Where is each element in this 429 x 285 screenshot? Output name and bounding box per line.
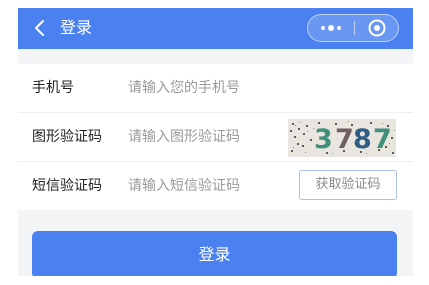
back-button[interactable] [30, 16, 50, 40]
navigation-bar: 登录 [18, 8, 413, 49]
sms-code-label: 短信验证码 [32, 178, 102, 194]
more-dots-icon [321, 25, 341, 31]
image-captcha-input[interactable] [128, 124, 288, 150]
captcha-digit: 7 [335, 124, 354, 155]
captcha-digit: 3 [314, 124, 333, 155]
captcha-image[interactable]: 3 7 8 7 [288, 119, 396, 157]
mini-program-capsule [307, 14, 399, 42]
sms-code-row: 短信验证码 获取验证码 [18, 161, 413, 210]
login-button[interactable]: 登录 [32, 231, 397, 276]
captcha-digit: 7 [373, 124, 392, 155]
close-button[interactable] [355, 15, 399, 41]
phone-row: 手机号 [18, 64, 413, 112]
captcha-digit: 8 [353, 124, 372, 155]
login-screen: 登录 手机号 请输入您的手机号 图形验证码 请输入图形验证码 3 7 8 7 短… [18, 8, 413, 276]
phone-input[interactable] [128, 75, 288, 101]
get-sms-code-button[interactable]: 获取验证码 [299, 170, 397, 200]
page-title: 登录 [60, 18, 93, 37]
chevron-left-icon [35, 20, 44, 36]
login-form: 手机号 图形验证码 [18, 64, 413, 210]
image-captcha-label: 图形验证码 [32, 129, 102, 145]
target-circle-icon [368, 19, 386, 37]
phone-label: 手机号 [32, 80, 74, 96]
more-button[interactable] [308, 15, 354, 41]
sms-code-input[interactable] [128, 173, 288, 199]
page: 登录 手机号 请输入您的手机号 图形验证码 请输入图形验证码 3 7 8 7 短… [0, 0, 429, 285]
image-captcha-row: 图形验证码 请输入图形验证码 3 7 8 7 [18, 112, 413, 161]
